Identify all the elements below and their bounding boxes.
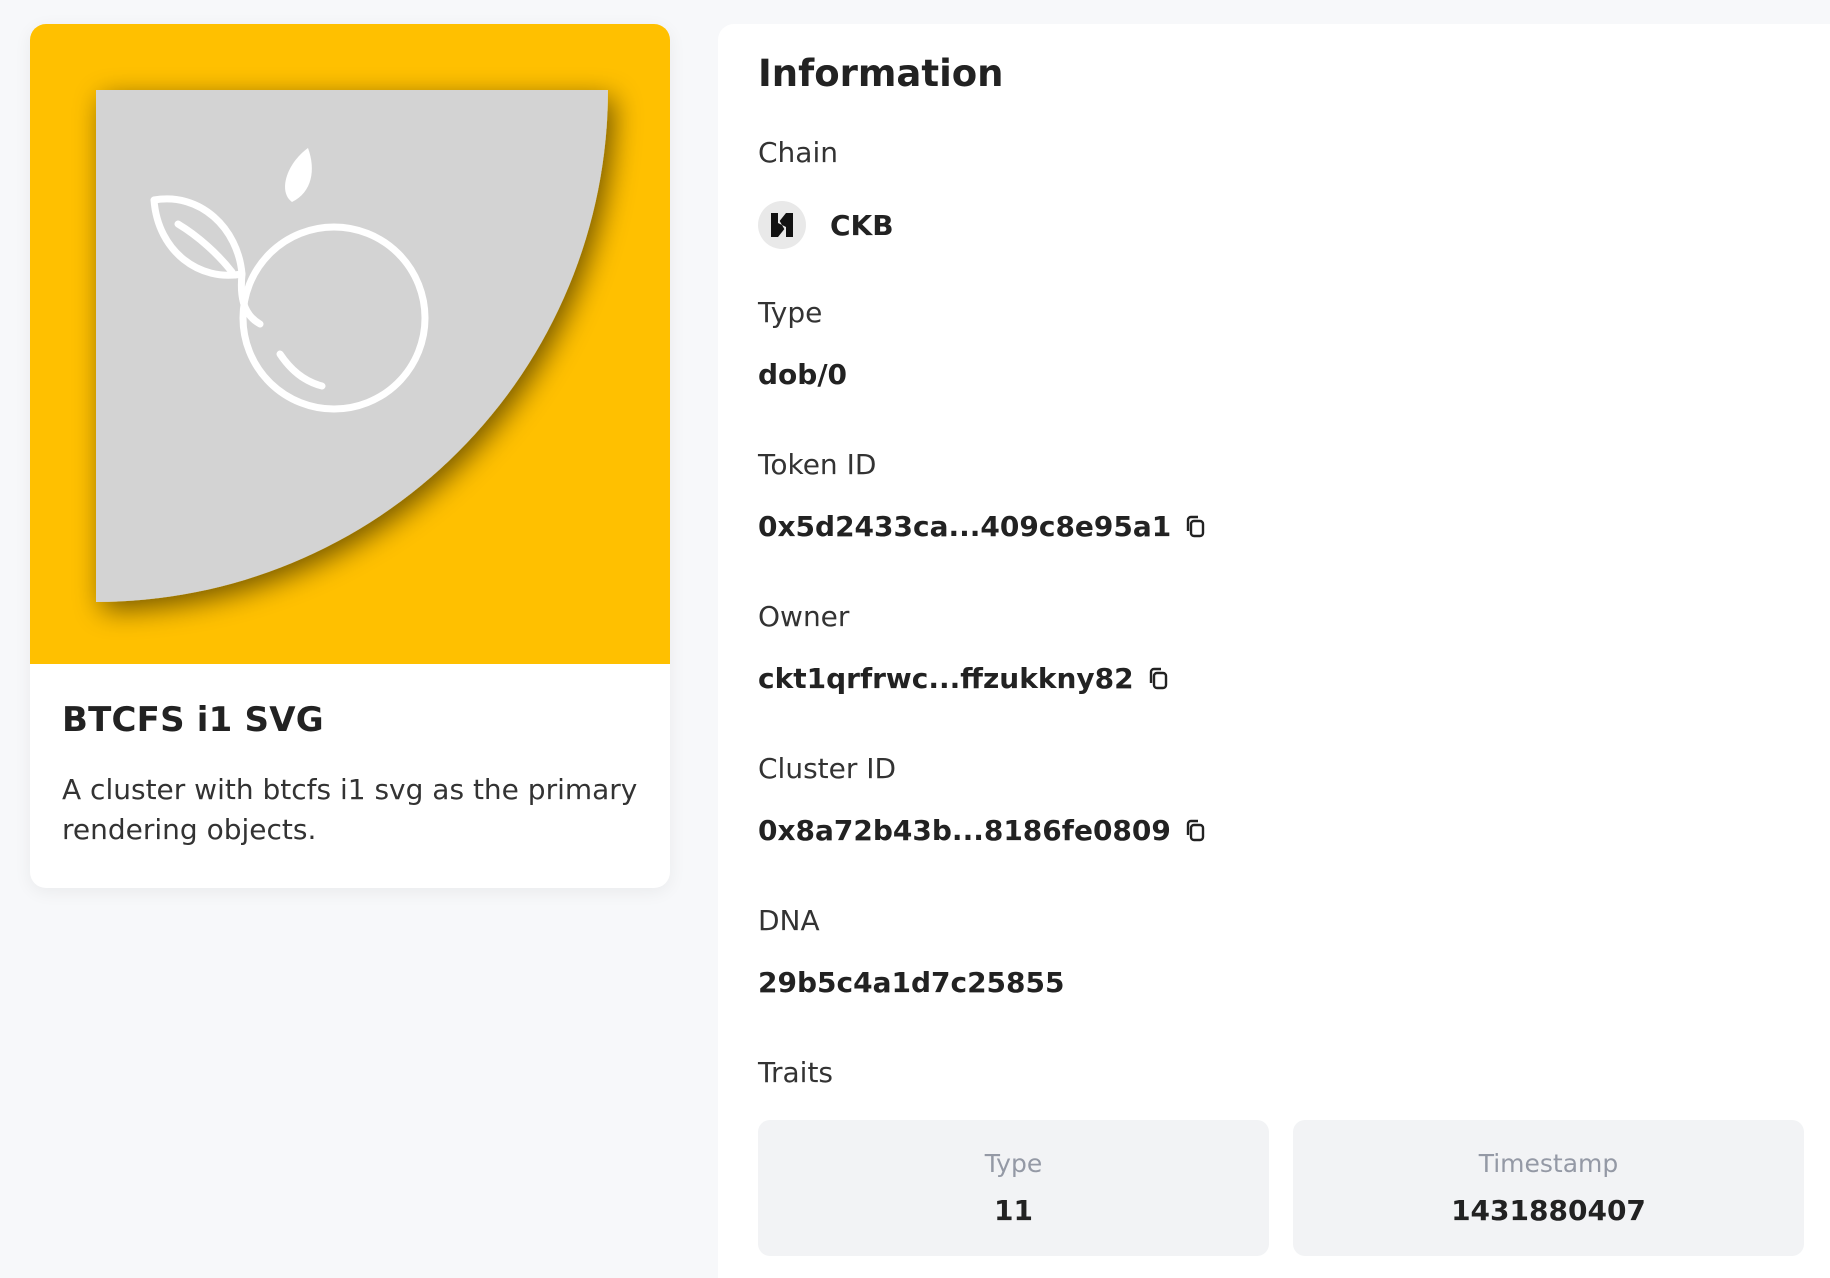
nft-artwork (96, 90, 608, 602)
type-value: dob/0 (758, 358, 848, 391)
trait-value: 1431880407 (1451, 1194, 1646, 1227)
information-title: Information (758, 52, 1004, 95)
chain-label: Chain (758, 136, 838, 169)
copy-icon[interactable] (1146, 666, 1170, 692)
chain-value: CKB (758, 201, 894, 249)
copy-icon[interactable] (1183, 514, 1207, 540)
type-label: Type (758, 296, 823, 329)
ckb-logo-icon (758, 201, 806, 249)
traits-list: Type 11 Timestamp 1431880407 (758, 1120, 1804, 1256)
nft-image (30, 24, 670, 664)
cluster-id-value: 0x8a72b43b...8186fe0809 (758, 814, 1207, 847)
dna-label: DNA (758, 904, 820, 937)
trait-name: Type (984, 1149, 1043, 1178)
nft-name: BTCFS i1 SVG (62, 700, 324, 740)
token-id-label: Token ID (758, 448, 877, 481)
trait-card: Timestamp 1431880407 (1293, 1120, 1804, 1256)
information-panel: Information Chain CKB Type dob/0 Token I… (718, 24, 1830, 1278)
traits-label: Traits (758, 1056, 834, 1089)
token-id-text: 0x5d2433ca...409c8e95a1 (758, 510, 1172, 543)
nft-description: A cluster with btcfs i1 svg as the prima… (62, 773, 638, 846)
trait-card: Type 11 (758, 1120, 1269, 1256)
cluster-id-label: Cluster ID (758, 752, 897, 785)
cluster-id-text: 0x8a72b43b...8186fe0809 (758, 814, 1171, 847)
trait-value: 11 (994, 1194, 1033, 1227)
trait-name: Timestamp (1478, 1149, 1619, 1178)
token-id-value: 0x5d2433ca...409c8e95a1 (758, 510, 1207, 543)
owner-text: ckt1qrfrwc...ffzukkny82 (758, 662, 1134, 695)
nft-card: BTCFS i1 SVG A cluster with btcfs i1 svg… (30, 24, 670, 888)
dna-value: 29b5c4a1d7c25855 (758, 966, 1065, 999)
chain-name: CKB (830, 208, 894, 242)
copy-icon[interactable] (1183, 818, 1207, 844)
owner-value: ckt1qrfrwc...ffzukkny82 (758, 662, 1170, 695)
quarter-circle-shape (96, 90, 608, 602)
owner-label: Owner (758, 600, 850, 633)
